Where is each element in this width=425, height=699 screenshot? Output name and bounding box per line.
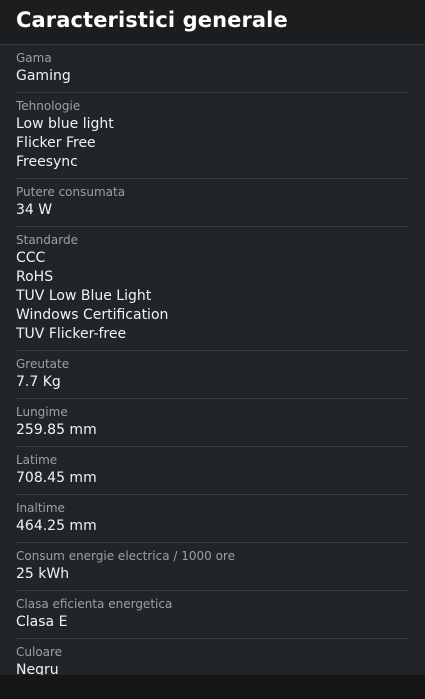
spec-value: Flicker Free (16, 135, 96, 151)
spec-row-tehnologie: Tehnologie Low blue light Flicker Free F… (16, 93, 408, 179)
section-header: Caracteristici generale (0, 0, 425, 45)
spec-value: RoHS (16, 269, 54, 285)
spec-value: 464.25 mm (16, 518, 97, 534)
spec-label: Inaltime (16, 501, 65, 515)
spec-label: Culoare (16, 645, 63, 659)
section-title: Caracteristici generale (16, 8, 288, 32)
spec-label: Lungime (16, 405, 68, 419)
spec-value: Low blue light (16, 116, 114, 132)
spec-row-clasa-eficienta: Clasa eficienta energetica Clasa E (16, 591, 408, 639)
spec-value: CCC (16, 250, 46, 266)
spec-label: Greutate (16, 357, 70, 371)
spec-value: Freesync (16, 154, 78, 170)
spec-list: Gama Gaming Tehnologie Low blue light Fl… (0, 45, 425, 686)
spec-row-standarde: Standarde CCC RoHS TUV Low Blue Light Wi… (16, 227, 408, 351)
spec-label: Putere consumata (16, 185, 126, 199)
spec-value: Windows Certification (16, 307, 169, 323)
spec-row-greutate: Greutate 7.7 Kg (16, 351, 408, 399)
spec-value: 259.85 mm (16, 422, 97, 438)
spec-value: Clasa E (16, 614, 68, 630)
spec-value: 25 kWh (16, 566, 70, 582)
spec-row-gama: Gama Gaming (16, 45, 408, 93)
spec-value: TUV Flicker-free (16, 326, 127, 342)
spec-value: 34 W (16, 202, 53, 218)
specs-panel: Gama Gaming Tehnologie Low blue light Fl… (0, 45, 425, 678)
spec-label: Gama (16, 51, 52, 65)
spec-row-latime: Latime 708.45 mm (16, 447, 408, 495)
spec-row-consum-energie: Consum energie electrica / 1000 ore 25 k… (16, 543, 408, 591)
bottom-bar (0, 675, 425, 699)
spec-row-putere-consumata: Putere consumata 34 W (16, 179, 408, 227)
spec-label: Latime (16, 453, 58, 467)
spec-value: Gaming (16, 68, 71, 84)
spec-value: TUV Low Blue Light (16, 288, 152, 304)
spec-row-lungime: Lungime 259.85 mm (16, 399, 408, 447)
spec-label: Tehnologie (16, 99, 81, 113)
spec-label: Clasa eficienta energetica (16, 597, 173, 611)
spec-row-inaltime: Inaltime 464.25 mm (16, 495, 408, 543)
spec-value: 708.45 mm (16, 470, 97, 486)
spec-label: Consum energie electrica / 1000 ore (16, 549, 235, 563)
spec-value: 7.7 Kg (16, 374, 61, 390)
spec-label: Standarde (16, 233, 78, 247)
